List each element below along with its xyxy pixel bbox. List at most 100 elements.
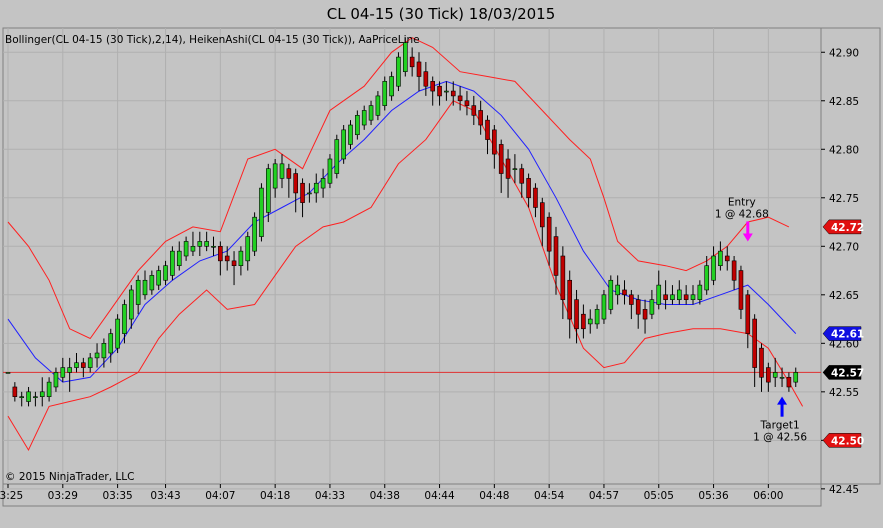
x-tick-label: 03:29 bbox=[48, 490, 78, 502]
candle-body bbox=[587, 318, 593, 325]
x-tick-label: 03:43 bbox=[150, 490, 180, 502]
candle-body bbox=[786, 376, 792, 388]
candle-body bbox=[567, 279, 573, 320]
candle-body bbox=[293, 173, 299, 194]
candle-body bbox=[464, 100, 470, 106]
candle-body bbox=[601, 294, 607, 320]
y-tick-label: 42.90 bbox=[829, 47, 859, 59]
y-tick-label: 42.80 bbox=[829, 144, 859, 156]
candle-body bbox=[129, 289, 134, 320]
candle-body bbox=[19, 396, 25, 398]
candle-body bbox=[683, 294, 689, 300]
candle-body bbox=[533, 187, 538, 208]
candle-body bbox=[731, 260, 737, 281]
candle-body bbox=[450, 90, 456, 97]
candle-body bbox=[375, 95, 381, 116]
candle-body bbox=[670, 294, 675, 300]
candle-body bbox=[478, 110, 483, 126]
candle-body bbox=[539, 202, 545, 228]
candle-body bbox=[581, 313, 586, 330]
x-tick-label: 04:38 bbox=[370, 490, 400, 502]
candle-body bbox=[245, 236, 251, 262]
candle-body bbox=[252, 216, 257, 252]
candle-body bbox=[704, 265, 710, 291]
candle-body bbox=[409, 56, 415, 68]
x-tick-label: 06:00 bbox=[753, 490, 783, 502]
price-marker: 42.57 bbox=[822, 365, 864, 380]
candle-body bbox=[560, 255, 566, 300]
entry-label-line1: Entry bbox=[728, 196, 756, 208]
candle-body bbox=[697, 284, 703, 300]
x-tick-label: 04:18 bbox=[260, 490, 290, 502]
candle-body bbox=[389, 76, 394, 97]
candle-body bbox=[334, 139, 340, 174]
candle-body bbox=[341, 129, 346, 160]
price-marker-label: 42.72 bbox=[831, 222, 864, 234]
bull-candle bbox=[396, 52, 401, 92]
candle-body bbox=[498, 144, 504, 174]
copyright-text: © 2015 NinjaTrader, LLC bbox=[5, 471, 134, 483]
candle-body bbox=[348, 124, 353, 145]
candle-body bbox=[745, 294, 751, 334]
bull-candle bbox=[341, 125, 346, 164]
price-marker-label: 42.50 bbox=[831, 435, 864, 447]
candle-body bbox=[457, 95, 463, 102]
candle-body bbox=[94, 352, 100, 359]
candle-body bbox=[300, 182, 305, 203]
bull-candle bbox=[382, 76, 388, 111]
candle-body bbox=[738, 270, 744, 310]
candle-body bbox=[81, 362, 86, 368]
candle-body bbox=[622, 289, 627, 296]
x-tick-label: 05:05 bbox=[644, 490, 674, 502]
candle-body bbox=[368, 105, 374, 121]
candle-body bbox=[211, 245, 216, 248]
x-tick-label: 04:54 bbox=[534, 490, 565, 502]
candle-body bbox=[485, 119, 490, 140]
candle-body bbox=[355, 115, 360, 136]
candle-body bbox=[149, 275, 155, 291]
candle-body bbox=[238, 250, 244, 267]
candle-body bbox=[53, 372, 59, 388]
y-tick-label: 42.55 bbox=[829, 387, 859, 399]
candle-body bbox=[26, 391, 31, 402]
candle-body bbox=[779, 376, 785, 379]
candle-body bbox=[642, 309, 648, 320]
y-tick-label: 42.85 bbox=[829, 96, 859, 108]
candle-body bbox=[39, 391, 45, 397]
candle-body bbox=[656, 284, 662, 305]
candle-body bbox=[396, 56, 401, 87]
candle-body bbox=[101, 343, 107, 359]
candle-body bbox=[190, 245, 196, 252]
y-tick-label: 42.70 bbox=[829, 241, 859, 253]
candle-body bbox=[163, 265, 168, 281]
candle-body bbox=[33, 396, 38, 398]
candle-body bbox=[272, 163, 278, 189]
candle-body bbox=[574, 299, 579, 330]
candle-body bbox=[423, 71, 429, 87]
chart-title: CL 04-15 (30 Tick) 18/03/2015 bbox=[327, 5, 556, 23]
candle-body bbox=[711, 255, 716, 281]
x-tick-label: 04:07 bbox=[205, 490, 235, 502]
candle-body bbox=[46, 381, 52, 397]
x-tick-label: 03:25 bbox=[0, 490, 23, 502]
candle-body bbox=[74, 362, 79, 368]
candle-body bbox=[471, 105, 477, 116]
candle-body bbox=[444, 90, 449, 93]
x-tick-label: 03:35 bbox=[102, 490, 132, 502]
y-tick-label: 42.45 bbox=[829, 484, 859, 496]
candle-body bbox=[170, 250, 175, 276]
candle-body bbox=[766, 367, 771, 383]
x-tick-label: 05:36 bbox=[698, 490, 729, 502]
candle-body bbox=[224, 255, 230, 262]
candle-body bbox=[594, 309, 600, 325]
bull-candle bbox=[327, 154, 333, 189]
candle-body bbox=[176, 250, 182, 267]
candle-body bbox=[526, 178, 531, 199]
bull-candle bbox=[252, 212, 257, 256]
x-tick-label: 04:57 bbox=[589, 490, 619, 502]
y-tick-label: 42.75 bbox=[829, 193, 859, 205]
candle-body bbox=[437, 85, 442, 97]
candle-body bbox=[231, 260, 237, 267]
candle-body bbox=[5, 372, 11, 374]
candle-body bbox=[313, 182, 319, 194]
